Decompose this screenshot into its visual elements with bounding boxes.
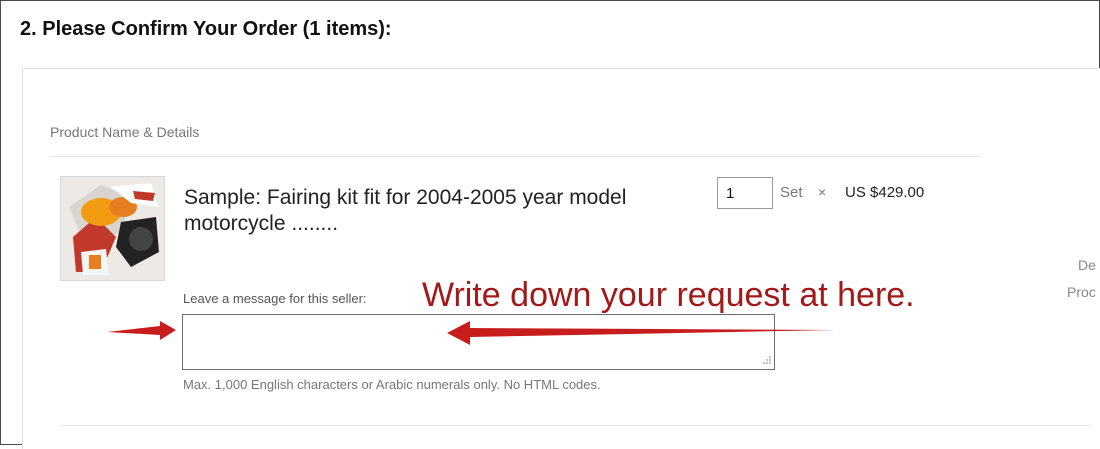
bottom-divider — [60, 425, 1090, 426]
annotation-arrows — [107, 321, 835, 345]
pointing-arrow-icon — [447, 321, 835, 345]
left-arrow-icon — [107, 321, 176, 340]
